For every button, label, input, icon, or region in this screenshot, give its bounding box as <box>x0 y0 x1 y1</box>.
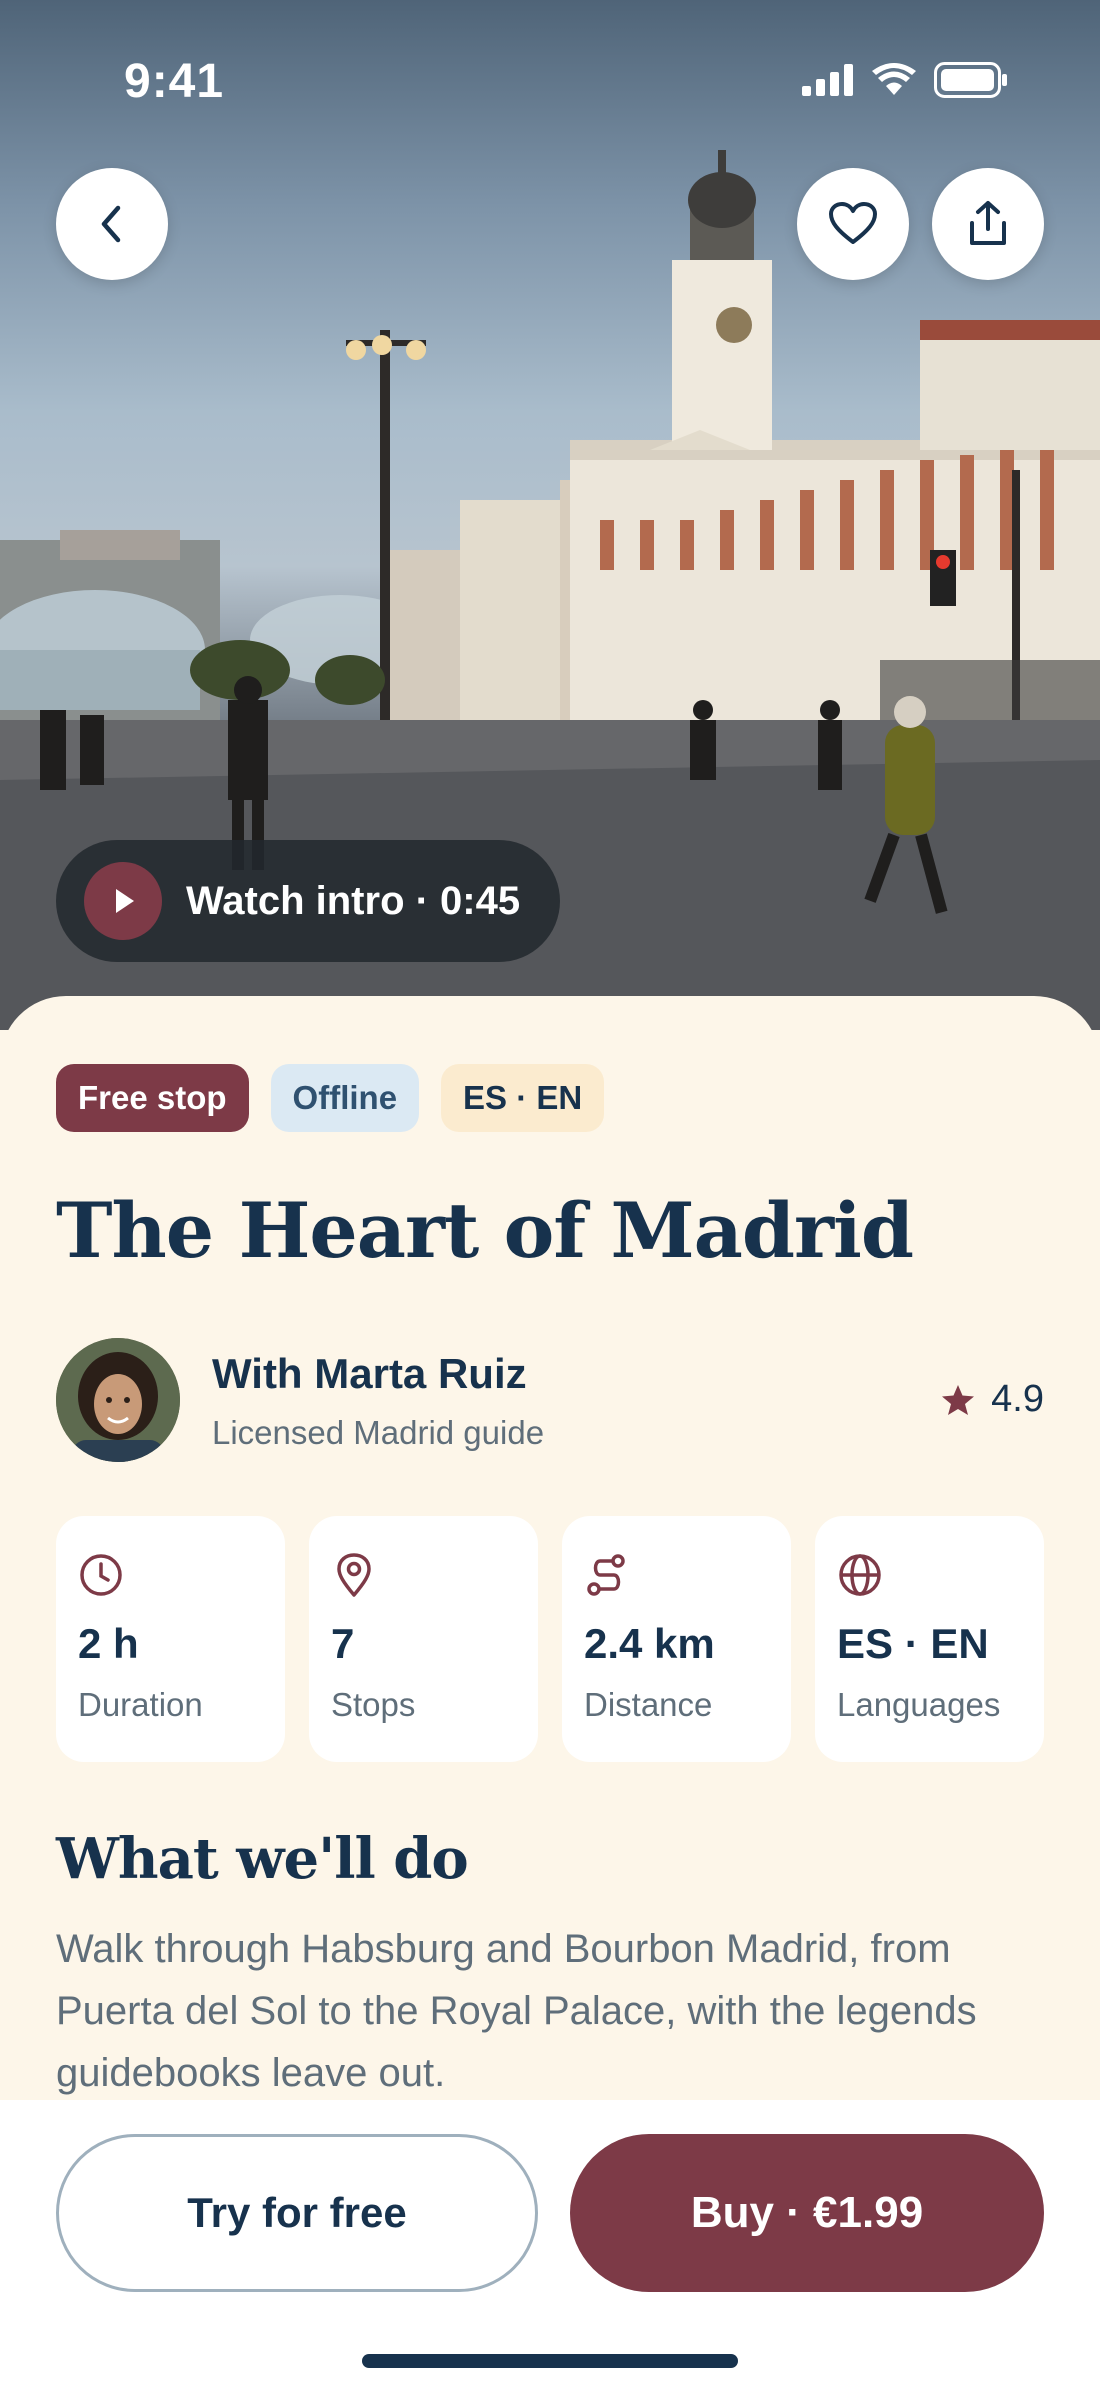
guide-name: With Marta Ruiz <box>212 1350 527 1397</box>
tag-chips: Free stop Offline ES · EN <box>56 1064 605 1132</box>
section-heading: What we'll do <box>56 1826 469 1892</box>
stat-duration: 2 h Duration <box>56 1516 285 1762</box>
clock-icon <box>80 1554 122 1596</box>
tour-description: Walk through Habsburg and Bourbon Madrid… <box>56 1927 977 2095</box>
guide-row[interactable]: With Marta Ruiz Licensed Madrid guide 4.… <box>56 1338 1044 1462</box>
guide-role: Licensed Madrid guide <box>212 1414 545 1451</box>
wifi-icon <box>872 63 916 95</box>
back-button[interactable] <box>56 168 168 280</box>
stat-value: 2.4 km <box>584 1620 715 1667</box>
status-bar: 9:41 <box>0 0 1100 160</box>
stat-label: Stops <box>331 1686 416 1723</box>
bottom-action-bar: Try for free Buy · €1.99 <box>0 2100 1100 2386</box>
stat-distance: 2.4 km Distance <box>562 1516 791 1762</box>
play-icon <box>116 889 134 913</box>
guide-rating: 4.9 <box>941 1378 1044 1421</box>
try-free-button[interactable]: Try for free <box>56 2134 538 2292</box>
rating-value: 4.9 <box>991 1378 1044 1420</box>
stat-label: Distance <box>584 1686 713 1723</box>
route-icon <box>587 1554 625 1596</box>
favorite-button[interactable] <box>797 168 909 280</box>
watch-intro-label: Watch intro · 0:45 <box>186 878 521 923</box>
free-stop-chip: Free stop <box>56 1064 249 1132</box>
stat-value: 2 h <box>78 1620 139 1667</box>
stat-stops: 7 Stops <box>309 1516 538 1762</box>
buy-button[interactable]: Buy · €1.99 <box>570 2134 1044 2292</box>
offline-chip: Offline <box>270 1064 420 1132</box>
status-time: 9:41 <box>124 55 225 108</box>
star-icon <box>942 1384 975 1415</box>
stat-label: Duration <box>78 1686 203 1723</box>
chevron-left-icon <box>101 205 121 243</box>
home-indicator <box>362 2354 738 2368</box>
tour-detail-sheet: Free stop Offline ES · EN The Heart of M… <box>0 996 1100 2096</box>
location-pin-icon <box>337 1553 371 1597</box>
battery-icon <box>934 62 1007 98</box>
share-button[interactable] <box>932 168 1044 280</box>
stat-languages: ES · EN Languages <box>815 1516 1044 1762</box>
languages-chip: ES · EN <box>441 1064 605 1132</box>
guide-portrait <box>56 1338 180 1462</box>
guide-avatar[interactable] <box>56 1338 180 1462</box>
tour-stats: 2 h Duration 7 Stops 2.4 km Distance ES … <box>56 1516 1044 1762</box>
stat-value: 7 <box>331 1620 355 1667</box>
globe-icon <box>839 1554 881 1596</box>
heart-icon <box>829 202 877 244</box>
cellular-signal-icon <box>802 64 853 96</box>
play-button[interactable] <box>84 862 162 940</box>
stat-value: ES · EN <box>837 1620 989 1667</box>
share-icon <box>970 201 1006 245</box>
status-icons <box>802 62 1008 98</box>
tour-title: The Heart of Madrid <box>56 1186 914 1275</box>
watch-intro-button[interactable]: Watch intro · 0:45 <box>56 840 560 962</box>
stat-label: Languages <box>837 1686 1001 1723</box>
